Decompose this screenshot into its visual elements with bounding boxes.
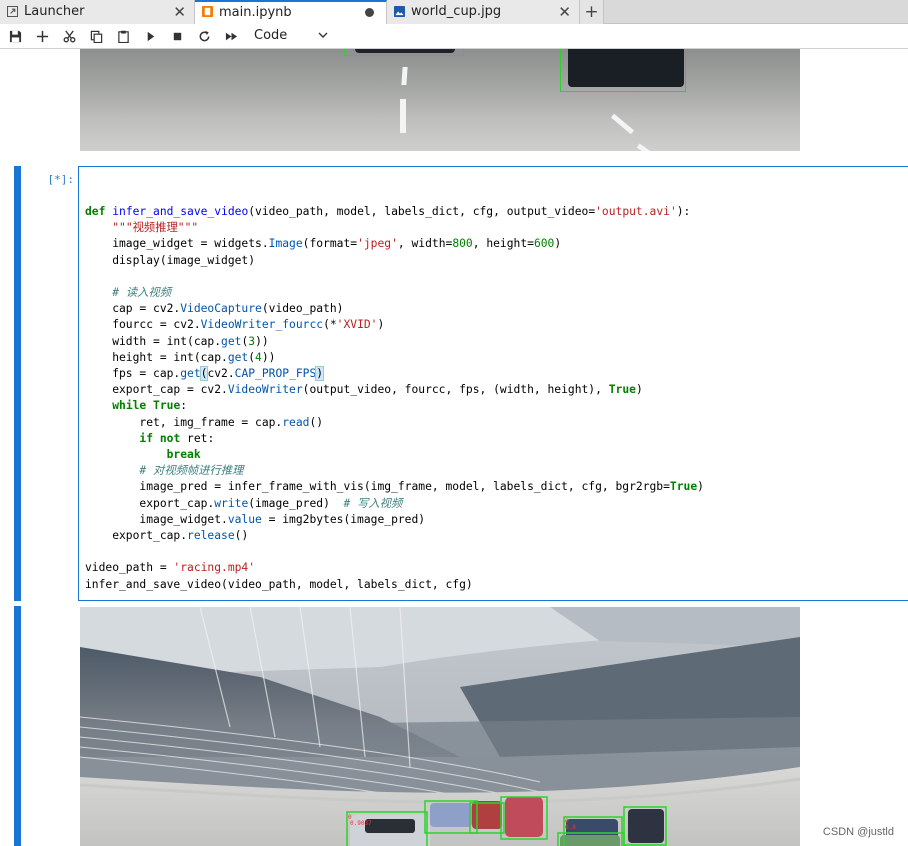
fast-forward-icon <box>225 32 237 40</box>
tab-launcher[interactable]: Launcher ✕ <box>0 0 195 24</box>
restart-button[interactable] <box>194 27 214 45</box>
stop-button[interactable] <box>167 27 187 45</box>
paste-button[interactable] <box>113 27 133 45</box>
image-file-icon <box>394 6 405 17</box>
cut-button[interactable] <box>59 27 79 45</box>
cut-icon <box>63 30 75 42</box>
restart-icon <box>199 30 209 41</box>
add-cell-button[interactable] <box>32 27 52 45</box>
stop-icon <box>173 32 181 40</box>
tab-label: world_cup.jpg <box>411 4 502 19</box>
run-all-button[interactable] <box>221 27 241 45</box>
code-content[interactable]: def infer_and_save_video(video_path, mod… <box>85 204 704 593</box>
add-cell-icon <box>36 30 48 42</box>
active-cell-indicator <box>14 166 21 601</box>
close-icon[interactable]: ✕ <box>173 0 186 24</box>
tab-bar: Launcher ✕ main.ipynb world_cup.jpg ✕ + <box>0 0 908 25</box>
output-image-racing: 0 0.9037 0 0.8 <box>80 607 800 846</box>
close-icon[interactable]: ✕ <box>558 0 571 24</box>
notebook-panel[interactable]: [*]: def infer_and_save_video(video_path… <box>0 49 908 846</box>
notebook-toolbar: Code <box>0 24 908 49</box>
new-tab-plus-icon[interactable]: + <box>580 0 604 24</box>
run-button[interactable] <box>140 27 160 45</box>
unsaved-dot-icon[interactable] <box>365 8 374 17</box>
tab-label: main.ipynb <box>219 5 292 20</box>
svg-text:0.8: 0.8 <box>565 824 576 831</box>
racing-frame-illustration: 0 0.9037 0 0.8 <box>80 607 800 846</box>
tab-world-cup-jpg[interactable]: world_cup.jpg ✕ <box>387 0 580 24</box>
tab-main-ipynb[interactable]: main.ipynb <box>195 0 387 25</box>
run-icon <box>147 31 154 41</box>
cell-type-select[interactable]: Code <box>254 27 334 45</box>
watermark-text: CSDN @justld <box>822 826 894 838</box>
copy-button[interactable] <box>86 27 106 45</box>
tab-label: Launcher <box>24 4 85 19</box>
code-editor[interactable]: def infer_and_save_video(video_path, mod… <box>78 166 908 601</box>
cell-prompt: [*]: <box>47 173 75 186</box>
svg-text:0.9037: 0.9037 <box>350 820 372 827</box>
paste-icon <box>117 30 129 43</box>
chevron-down-icon <box>318 32 328 38</box>
cell-type-value: Code <box>254 28 288 43</box>
save-icon <box>9 30 21 42</box>
output-image-previous <box>80 49 800 151</box>
launcher-icon <box>7 6 18 17</box>
notebook-icon <box>202 6 213 17</box>
save-button[interactable] <box>5 27 25 45</box>
copy-icon <box>90 30 102 43</box>
output-cell-indicator <box>14 606 21 846</box>
